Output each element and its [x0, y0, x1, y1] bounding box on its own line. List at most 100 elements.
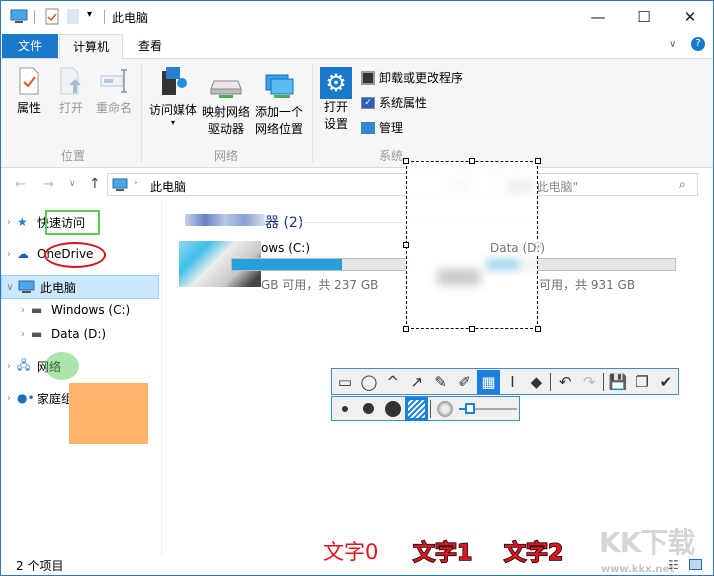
- tool-options-bar: [331, 396, 520, 421]
- arrow-tool-icon[interactable]: ↗: [405, 370, 429, 394]
- ribbon-collapse-icon[interactable]: ∨: [669, 39, 676, 50]
- tab-computer[interactable]: 计算机: [59, 34, 123, 59]
- new-folder-quick-icon[interactable]: [67, 9, 79, 24]
- size-large-icon[interactable]: [381, 397, 405, 421]
- system-properties-icon: ✓: [361, 96, 375, 109]
- mosaic-pattern-icon[interactable]: [404, 396, 429, 421]
- drive-c-usage-bar: [231, 258, 407, 271]
- group-label-location: 位置: [60, 149, 85, 163]
- redo-icon[interactable]: ↷: [577, 370, 601, 394]
- drive-icon: ▬: [31, 327, 43, 341]
- open-icon: [60, 67, 81, 95]
- size-medium-icon[interactable]: [357, 397, 381, 421]
- back-button[interactable]: ←: [15, 177, 26, 192]
- blur-strength-slider[interactable]: [457, 399, 519, 419]
- drive-d-space: 可用，共 931 GB: [539, 278, 636, 292]
- mosaic-tool-icon[interactable]: ▦: [476, 369, 501, 394]
- status-item-count: 2 个项目: [16, 559, 64, 573]
- highlighter-tool-icon[interactable]: ✐: [453, 370, 477, 394]
- star-icon: ★: [17, 215, 28, 229]
- network-drive-icon: [210, 80, 242, 98]
- blur-preview-icon: [433, 397, 457, 421]
- save-icon[interactable]: 💾: [606, 370, 630, 394]
- details-view-icon[interactable]: ☷: [668, 558, 679, 572]
- annotation-text-0: 文字0: [323, 540, 379, 564]
- copy-icon[interactable]: ❐: [630, 370, 654, 394]
- manage-button[interactable]: 管理: [361, 119, 403, 136]
- nav-drive-d[interactable]: › ▬ Data (D:): [1, 323, 159, 345]
- properties-quick-icon[interactable]: [45, 8, 59, 25]
- watermark-url: www.kkx.net: [601, 564, 675, 575]
- size-small-icon[interactable]: [333, 397, 357, 421]
- resize-handle[interactable]: [403, 158, 409, 164]
- text-tool-icon[interactable]: I: [500, 370, 524, 394]
- annotation-text-1: 文字1: [412, 540, 473, 567]
- search-icon[interactable]: ⌕: [679, 177, 686, 192]
- add-network-location-button[interactable]: 添加一个 网络位置: [253, 73, 305, 138]
- resize-handle[interactable]: [469, 326, 475, 332]
- ellipse-tool-icon[interactable]: ◯: [357, 370, 381, 394]
- address-path: 此电脑: [150, 180, 187, 194]
- eraser-tool-icon[interactable]: ◆: [524, 370, 548, 394]
- media-icon: [162, 67, 187, 95]
- help-icon[interactable]: ?: [691, 37, 705, 51]
- annotation-green-rect: [45, 210, 100, 235]
- annotation-highlight-circle: [45, 352, 79, 380]
- settings-gear-icon: ⚙: [320, 67, 352, 99]
- network-icon: 🖧: [17, 357, 31, 372]
- resize-handle[interactable]: [469, 158, 475, 164]
- title-bar: ▾ 此电脑 — ☐ ✕: [1, 1, 713, 32]
- confirm-icon[interactable]: ✔: [654, 370, 678, 394]
- drive-c-name[interactable]: ows (C:): [261, 241, 310, 255]
- resize-handle[interactable]: [535, 158, 541, 164]
- network-location-icon: [265, 74, 294, 98]
- homegroup-icon: ●•: [17, 391, 35, 405]
- nav-network[interactable]: ›🖧网络: [1, 355, 159, 377]
- rename-icon: [100, 69, 127, 93]
- map-network-drive-button[interactable]: 映射网络 驱动器: [200, 73, 252, 138]
- pixelated-region: [185, 214, 265, 226]
- slider-thumb[interactable]: [465, 402, 476, 414]
- nav-this-pc[interactable]: ∨ 此电脑: [1, 275, 159, 299]
- open-settings-button[interactable]: ⚙ 打开 设置: [319, 67, 353, 133]
- forward-button[interactable]: →: [43, 177, 54, 192]
- rectangle-tool-icon[interactable]: ▭: [333, 370, 357, 394]
- undo-icon[interactable]: ↶: [553, 370, 577, 394]
- explorer-window: ▾ 此电脑 — ☐ ✕ 文件 计算机 查看 ∨ ? 属性 打开 重命名 位置 访…: [0, 0, 714, 576]
- computer-icon: [18, 280, 35, 293]
- minimize-button[interactable]: —: [575, 1, 621, 32]
- manage-icon: [361, 121, 375, 134]
- computer-icon: [112, 178, 128, 191]
- uninstall-program-button[interactable]: 卸载或更改程序: [361, 69, 463, 86]
- polyline-tool-icon[interactable]: ^: [381, 370, 405, 394]
- properties-button[interactable]: 属性: [11, 67, 47, 117]
- drive-d-name[interactable]: Data (D:): [489, 241, 547, 255]
- system-properties-button[interactable]: ✓ 系统属性: [361, 94, 427, 111]
- recent-locations-icon[interactable]: ∨: [69, 179, 76, 189]
- nav-drive-c[interactable]: › ▬ Windows (C:): [1, 299, 159, 321]
- windows-drive-icon: ▬: [31, 303, 43, 317]
- resize-handle[interactable]: [535, 326, 541, 332]
- cloud-icon: ☁: [17, 247, 29, 261]
- large-icons-view-icon[interactable]: [689, 559, 702, 570]
- tab-file[interactable]: 文件: [2, 34, 58, 58]
- computer-icon: [10, 9, 28, 23]
- tab-view[interactable]: 查看: [125, 34, 175, 58]
- rename-button: 重命名: [93, 67, 135, 117]
- customize-quick-access-icon[interactable]: ▾: [87, 9, 92, 20]
- watermark-logo: KK下载: [599, 526, 695, 559]
- maximize-button[interactable]: ☐: [621, 1, 667, 32]
- group-label-network: 网络: [213, 149, 238, 163]
- pencil-tool-icon[interactable]: ✎: [429, 370, 453, 394]
- annotation-orange-block: [69, 383, 148, 444]
- resize-handle[interactable]: [403, 242, 409, 248]
- group-header: 器 (2): [265, 215, 304, 231]
- close-button[interactable]: ✕: [667, 1, 713, 32]
- annotation-red-ellipse: [44, 242, 106, 268]
- resize-handle[interactable]: [403, 326, 409, 332]
- window-title: 此电脑: [112, 11, 149, 25]
- up-button[interactable]: ↑: [89, 176, 101, 192]
- annotation-toolbar: ▭ ◯ ^ ↗ ✎ ✐ ▦ I ◆ ↶ ↷ 💾 ❐ ✔: [331, 368, 679, 395]
- drive-c-space: GB 可用，共 237 GB: [261, 278, 379, 292]
- access-media-button[interactable]: 访问媒体 ▾: [147, 65, 199, 127]
